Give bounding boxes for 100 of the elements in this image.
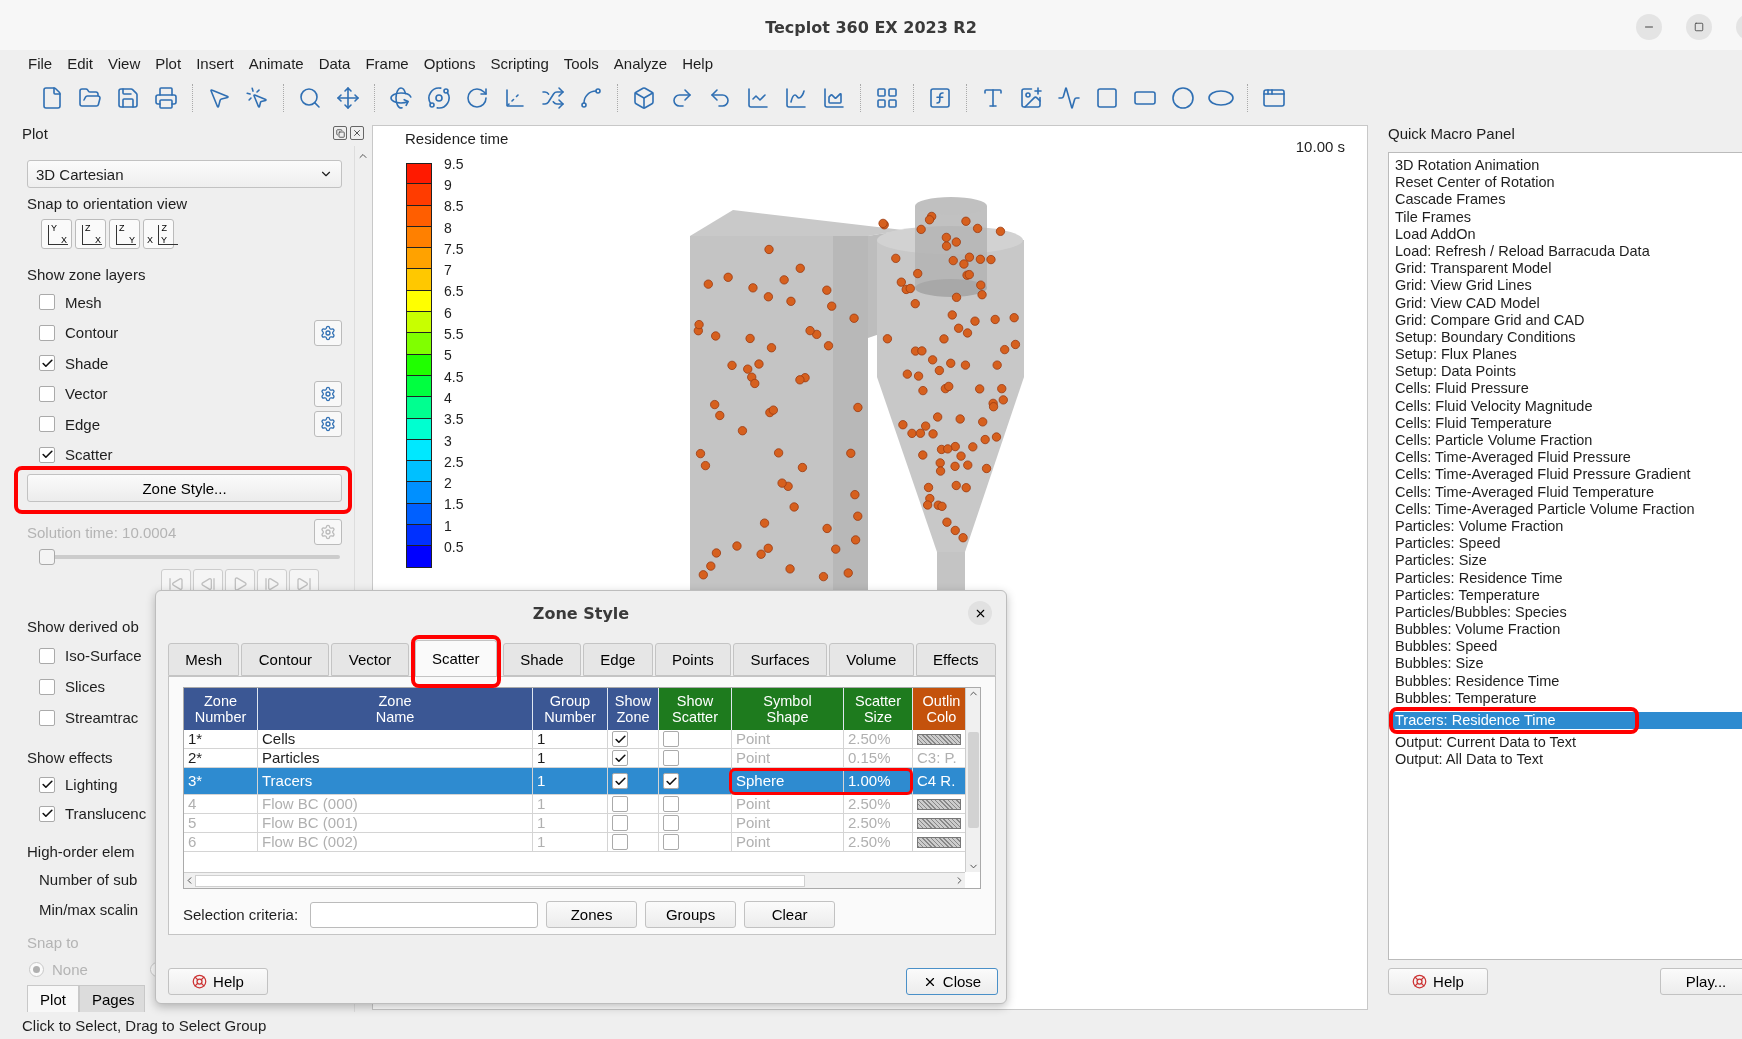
checkbox[interactable] xyxy=(39,446,55,463)
macro-item[interactable]: Grid: Transparent Model xyxy=(1393,260,1742,278)
scrollbar[interactable] xyxy=(965,688,980,872)
checkbox[interactable] xyxy=(612,773,628,789)
macro-item[interactable]: 3D Rotation Animation xyxy=(1393,157,1742,175)
macro-item[interactable]: Cascade Frames xyxy=(1393,191,1742,209)
play-macro-button[interactable]: Play... xyxy=(1660,968,1742,995)
macro-item[interactable]: Bubbles: Speed xyxy=(1393,638,1742,656)
dialog-tab[interactable]: Points xyxy=(654,643,732,676)
dialog-tab[interactable]: Contour xyxy=(241,643,330,676)
column-header[interactable]: Outlin Colo xyxy=(913,688,965,730)
selection-button[interactable]: Clear xyxy=(744,901,836,928)
macro-item[interactable]: Setup: Flux Planes xyxy=(1393,346,1742,364)
checkbox[interactable] xyxy=(39,776,55,793)
checkbox[interactable] xyxy=(39,647,55,664)
settings-button[interactable] xyxy=(314,411,342,438)
checkbox[interactable] xyxy=(39,805,55,822)
column-header[interactable]: Zone Number xyxy=(184,688,258,730)
checkbox[interactable] xyxy=(39,416,55,433)
column-header[interactable]: Scatter Size xyxy=(844,688,913,730)
macro-item[interactable]: Cells: Fluid Temperature xyxy=(1393,414,1742,432)
macro-item[interactable]: Setup: Boundary Conditions xyxy=(1393,328,1742,347)
checkbox[interactable] xyxy=(612,815,628,831)
column-header[interactable]: Group Number xyxy=(533,688,608,730)
macro-item[interactable]: Output: Current Data to Text xyxy=(1393,734,1742,752)
dialog-tab[interactable]: Effects xyxy=(915,643,996,676)
macro-item[interactable]: Tracers: Residence Time xyxy=(1393,712,1742,730)
menu-item[interactable]: View xyxy=(108,54,141,72)
macro-item[interactable]: Load: Refresh / Reload Barracuda Data xyxy=(1393,242,1742,261)
polyline-icon[interactable] xyxy=(1055,84,1083,112)
macro-item[interactable]: Particles: Temperature xyxy=(1393,586,1742,604)
menu-item[interactable]: Insert xyxy=(196,54,234,72)
move-icon[interactable] xyxy=(334,84,362,112)
checkbox[interactable] xyxy=(663,773,679,789)
checkbox[interactable] xyxy=(663,750,679,766)
help-button[interactable]: Help xyxy=(1388,968,1488,995)
menu-item[interactable]: Scripting xyxy=(490,54,549,72)
cross-arrows-icon[interactable] xyxy=(539,84,567,112)
minimize-button[interactable] xyxy=(1636,14,1662,40)
macro-item[interactable]: Cells: Fluid Velocity Magnitude xyxy=(1393,397,1742,415)
macro-item[interactable]: Particles: Residence Time xyxy=(1393,569,1742,587)
menu-item[interactable]: Analyze xyxy=(613,54,668,72)
printer-icon[interactable] xyxy=(152,84,180,112)
macro-item[interactable]: Cells: Particle Volume Fraction xyxy=(1393,432,1742,450)
macro-item[interactable]: Bubbles: Volume Fraction xyxy=(1393,621,1742,639)
checkbox[interactable] xyxy=(39,324,55,341)
slider-thumb[interactable] xyxy=(39,549,55,565)
table-row[interactable]: 3* Tracers 1 Sphere 1.00% C4 R. xyxy=(184,768,965,795)
macro-item[interactable]: Grid: View CAD Model xyxy=(1393,294,1742,312)
orientation-button[interactable]: Z X xyxy=(75,219,106,249)
menu-item[interactable]: Animate xyxy=(248,54,304,72)
selection-button[interactable]: Groups xyxy=(645,901,737,928)
checkbox[interactable] xyxy=(612,796,628,812)
menu-item[interactable]: Edit xyxy=(67,54,94,72)
dialog-tab[interactable]: Vector xyxy=(331,643,409,676)
macro-item[interactable]: Cells: Time-Averaged Particle Volume Fraction xyxy=(1393,500,1742,518)
column-header[interactable]: Symbol Shape xyxy=(732,688,844,730)
selection-criteria-field[interactable] xyxy=(310,901,539,928)
maximize-button[interactable] xyxy=(1686,14,1712,40)
macro-item[interactable]: Bubbles: Residence Time xyxy=(1393,672,1742,690)
dialog-tab[interactable]: Edge xyxy=(582,643,653,676)
menu-item[interactable]: Help xyxy=(682,54,714,72)
macro-item[interactable]: Particles: Volume Fraction xyxy=(1393,517,1742,536)
macro-item[interactable]: Load AddOn xyxy=(1393,225,1742,243)
macro-list[interactable] xyxy=(1388,152,1742,960)
macro-item[interactable]: Setup: Data Points xyxy=(1393,363,1742,381)
dialog-tab[interactable]: Volume xyxy=(828,643,914,676)
macro-item[interactable]: Bubbles: Size xyxy=(1393,655,1742,673)
column-header[interactable]: Show Zone xyxy=(608,688,659,730)
table-row[interactable]: 2* Particles 1 Point 0.15% C3: P. xyxy=(184,749,965,768)
checkbox[interactable] xyxy=(39,678,55,695)
macro-item[interactable]: Tile Frames xyxy=(1393,208,1742,226)
settings-button[interactable] xyxy=(314,319,342,346)
dialog-tab[interactable]: Mesh xyxy=(168,643,240,676)
checkbox[interactable] xyxy=(612,750,628,766)
menu-item[interactable]: Data xyxy=(318,54,351,72)
macro-item[interactable]: Cells: Time-Averaged Fluid Pressure Gradient xyxy=(1393,466,1742,484)
close-dialog-button[interactable]: Close xyxy=(906,968,998,995)
macro-item[interactable]: Output: All Data to Text xyxy=(1393,751,1742,769)
macro-item[interactable]: Particles: Speed xyxy=(1393,535,1742,553)
menu-item[interactable]: Options xyxy=(423,54,476,72)
menu-item[interactable]: File xyxy=(28,54,53,72)
orientation-button[interactable]: Y X xyxy=(41,219,72,249)
checkbox[interactable] xyxy=(39,385,55,402)
dialog-tab[interactable]: Scatter xyxy=(414,640,497,676)
macro-item[interactable]: Grid: View Grid Lines xyxy=(1393,277,1742,295)
macro-item[interactable]: Reset Center of Rotation xyxy=(1393,174,1742,192)
checkbox[interactable] xyxy=(663,796,679,812)
checkbox[interactable] xyxy=(39,355,55,372)
macro-item[interactable]: Cells: Fluid Pressure xyxy=(1393,380,1742,398)
panel-tab[interactable]: Pages xyxy=(79,985,145,1012)
orbit-icon[interactable] xyxy=(425,84,453,112)
macro-item[interactable]: Cells: Time-Averaged Fluid Pressure xyxy=(1393,449,1742,467)
help-button[interactable]: Help xyxy=(168,968,268,995)
checkbox[interactable] xyxy=(663,731,679,747)
plot-type-dropdown[interactable]: 3D Cartesian xyxy=(27,160,342,188)
macro-item[interactable]: Bubbles: Temperature xyxy=(1393,689,1742,707)
float-button[interactable] xyxy=(333,126,347,140)
dialog-tab[interactable]: Shade xyxy=(502,643,581,676)
menu-item[interactable]: Plot xyxy=(155,54,182,72)
